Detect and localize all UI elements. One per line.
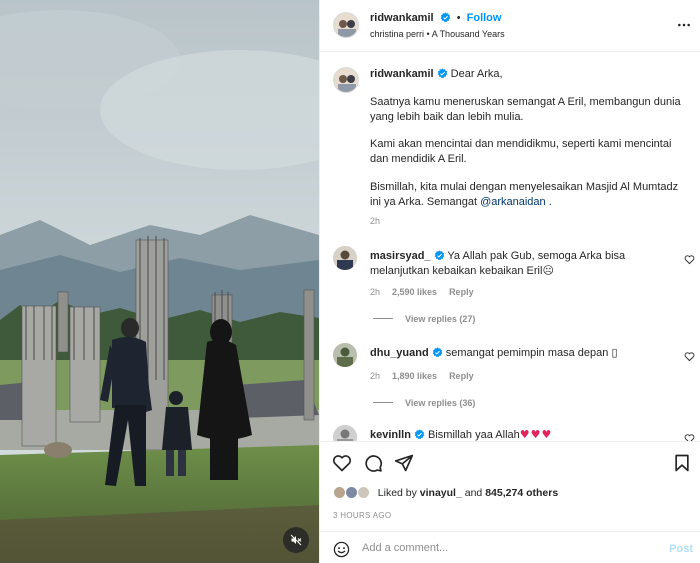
bookmark-icon[interactable] xyxy=(672,453,692,473)
liker-username[interactable]: vinayul_ xyxy=(420,487,462,499)
likes-and: and xyxy=(464,487,483,499)
add-comment-bar: Post xyxy=(320,531,700,563)
paper-plane-icon[interactable] xyxy=(394,453,414,473)
post-side-panel: ridwankamil • Follow christina perri • A… xyxy=(319,0,700,563)
comment-body: masirsyad_ Ya Allah pak Gub, semoga Arka… xyxy=(370,249,670,278)
avatar-image xyxy=(333,246,357,270)
reply-button[interactable]: Reply xyxy=(449,371,474,381)
caption-paragraph-2: Kami akan mencintai dan mendidikmu, sepe… xyxy=(370,138,672,166)
caption-username[interactable]: ridwankamil xyxy=(370,68,434,80)
red-hearts-emoji: ♥♥♥ xyxy=(519,428,553,441)
sad-emoji: ☹ xyxy=(542,263,554,277)
mute-button[interactable] xyxy=(283,527,309,553)
more-options-icon[interactable] xyxy=(677,18,691,32)
comment-like-heart-icon[interactable] xyxy=(684,351,695,362)
music-title: A Thousand Years xyxy=(431,29,505,39)
speaker-muted-icon xyxy=(290,534,302,546)
likes-summary[interactable]: Liked by vinayul_ and 845,274 others xyxy=(333,486,558,499)
comment-username[interactable]: masirsyad_ xyxy=(370,250,431,262)
comment-time[interactable]: 2h xyxy=(370,287,380,297)
avatar-image xyxy=(333,425,357,441)
comment-time[interactable]: 2h xyxy=(370,371,380,381)
caption-end: . xyxy=(545,195,552,208)
post-comment-button[interactable]: Post xyxy=(669,543,693,555)
liker-avatar xyxy=(356,486,370,499)
replies-divider xyxy=(373,402,393,403)
verified-badge-icon xyxy=(437,68,447,79)
post-header: ridwankamil • Follow christina perri • A… xyxy=(320,0,700,52)
avatar-image xyxy=(333,343,357,367)
avatar-image xyxy=(334,68,358,92)
likes-prefix: Liked by xyxy=(377,487,417,499)
comments-list[interactable]: ridwankamil Dear Arka, Saatnya kamu mene… xyxy=(320,53,700,441)
audio-attribution[interactable]: christina perri • A Thousand Years xyxy=(370,29,505,39)
comment-body: dhu_yuand semangat pemimpin masa depan ▯ xyxy=(370,346,670,361)
comment-username[interactable]: kevinlln xyxy=(370,429,411,441)
reply-button[interactable]: Reply xyxy=(449,287,474,297)
smiley-icon[interactable] xyxy=(333,541,350,558)
verified-badge-icon xyxy=(432,347,442,358)
view-replies-button[interactable]: View replies (27) xyxy=(373,314,475,324)
caption-paragraph-3: Bismillah, kita mulai dengan menyelesaik… xyxy=(370,180,688,210)
comment-username[interactable]: dhu_yuand xyxy=(370,347,429,359)
caption-author-avatar[interactable] xyxy=(333,67,359,93)
missing-glyph-emoji: ▯ xyxy=(611,346,618,359)
comment-like-heart-icon[interactable] xyxy=(684,433,695,441)
caption-paragraph-1: Saatnya kamu meneruskan semangat A Eril,… xyxy=(370,95,681,123)
likes-count[interactable]: 845,274 others xyxy=(485,487,558,499)
post-timestamp[interactable]: 3 HOURS AGO xyxy=(333,511,391,520)
comment-meta: 2h 1,890 likes Reply xyxy=(370,371,486,381)
comment-likes[interactable]: 2,590 likes xyxy=(392,287,437,297)
caption-timestamp[interactable]: 2h xyxy=(370,216,380,226)
verified-badge-icon xyxy=(434,250,444,261)
author-avatar[interactable] xyxy=(333,12,359,38)
view-replies-label: View replies (36) xyxy=(405,398,476,408)
avatar-image xyxy=(334,13,358,37)
comment-body: kevinlln Bismillah yaa Allah♥♥♥ xyxy=(370,428,670,441)
heart-icon[interactable] xyxy=(332,453,352,473)
separator-dot: • xyxy=(456,12,461,24)
commenter-avatar[interactable] xyxy=(333,343,357,367)
music-artist: christina perri xyxy=(370,29,425,39)
post-caption: ridwankamil Dear Arka, Saatnya kamu mene… xyxy=(370,67,688,223)
commenter-avatar[interactable] xyxy=(333,246,357,270)
verified-badge-icon xyxy=(414,429,425,440)
post-photo xyxy=(0,0,319,563)
comment-like-heart-icon[interactable] xyxy=(684,254,695,265)
follow-button[interactable]: Follow xyxy=(467,12,502,24)
caption-greeting: Dear Arka, xyxy=(450,68,503,80)
comment-likes[interactable]: 1,890 likes xyxy=(392,371,437,381)
comment-text: Bismillah yaa Allah xyxy=(428,429,520,441)
liker-avatar xyxy=(344,486,358,499)
replies-divider xyxy=(373,318,393,319)
view-replies-button[interactable]: View replies (36) xyxy=(373,398,475,408)
verified-badge-icon xyxy=(440,12,450,23)
comment-text: semangat pemimpin masa depan xyxy=(445,347,609,359)
commenter-avatar[interactable] xyxy=(333,425,357,441)
music-dot: • xyxy=(426,29,430,39)
comment-input[interactable] xyxy=(362,538,652,558)
comment-meta: 2h 2,590 likes Reply xyxy=(370,287,486,297)
comment-bubble-icon[interactable] xyxy=(363,453,383,473)
post-media[interactable] xyxy=(0,0,319,563)
post-actions: Liked by vinayul_ and 845,274 others 3 H… xyxy=(320,441,700,531)
mention-link[interactable]: @arkanaidan xyxy=(480,196,546,208)
author-username[interactable]: ridwankamil xyxy=(370,12,434,24)
view-replies-label: View replies (27) xyxy=(405,314,476,324)
